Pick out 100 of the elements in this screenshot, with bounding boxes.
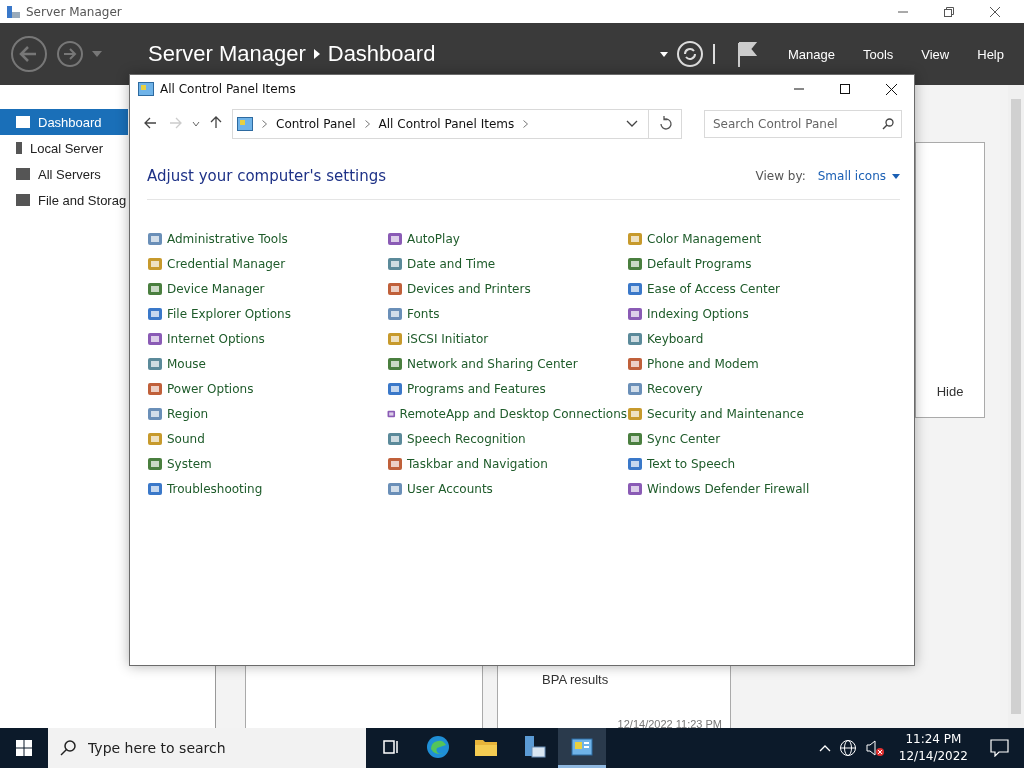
control-panel-icon (147, 430, 163, 447)
control-panel-link[interactable]: System (167, 456, 212, 471)
browser-icon[interactable] (426, 734, 450, 759)
sidebar-item[interactable]: File and Storag (0, 187, 128, 213)
control-panel-link[interactable]: Speech Recognition (407, 431, 526, 446)
path-segment[interactable]: Control Panel (272, 117, 360, 131)
control-panel-link[interactable]: Keyboard (647, 331, 704, 346)
control-panel-icon (627, 430, 643, 447)
control-panel-link[interactable]: Troubleshooting (167, 481, 263, 496)
control-panel-link[interactable]: Phone and Modem (647, 356, 759, 371)
control-panel-link[interactable]: Indexing Options (647, 306, 749, 321)
window-title: All Control Panel Items (160, 82, 296, 96)
control-panel-link[interactable]: Text to Speech (647, 456, 736, 471)
control-panel-link[interactable]: Sound (167, 431, 205, 446)
control-panel-link[interactable]: Mouse (167, 356, 206, 371)
sidebar-icon (15, 167, 31, 181)
control-panel-link[interactable]: Credential Manager (167, 256, 286, 271)
chevron-icon[interactable] (818, 744, 831, 752)
grid-icon (16, 740, 32, 756)
breadcrumb-text: Dashboard (327, 41, 436, 67)
forward-icon[interactable] (56, 40, 84, 68)
taskbar-search-field[interactable]: Type here to search (48, 728, 366, 768)
control-panel-icon (627, 405, 643, 422)
control-panel-icon (147, 330, 163, 347)
sidebar-icon (15, 115, 31, 129)
refresh-icon[interactable] (675, 40, 704, 68)
sidebar-item[interactable]: Local Server (0, 135, 128, 161)
search-icon (60, 740, 76, 756)
dropdown-icon[interactable] (626, 120, 638, 128)
path-segment[interactable]: All Control Panel Items (374, 117, 519, 131)
menu-item[interactable]: View (911, 46, 960, 62)
taskbar-app[interactable] (558, 728, 606, 768)
window-title: Server Manager (26, 4, 122, 19)
control-panel-link[interactable]: Recovery (647, 381, 703, 396)
caret-icon (892, 173, 900, 179)
control-panel-icon (138, 82, 154, 96)
control-panel-icon (387, 455, 403, 472)
close-icon (885, 83, 897, 95)
speaker-muted-icon[interactable] (864, 739, 885, 757)
control-panel-icon (627, 380, 643, 397)
control-panel-link[interactable]: Region (167, 406, 209, 421)
control-panel-link[interactable]: Security and Maintenance (647, 406, 804, 421)
control-panel-link[interactable]: AutoPlay (407, 231, 460, 246)
chevron-icon (523, 120, 529, 128)
search-field[interactable]: Search Control Panel (704, 110, 902, 138)
breadcrumb-text: Server Manager (148, 41, 306, 67)
sidebar-icon (15, 193, 31, 207)
control-panel-icon (147, 255, 163, 272)
control-panel-link[interactable]: Taskbar and Navigation (407, 456, 548, 471)
hide-link[interactable]: Hide (936, 384, 964, 399)
sidebar-item[interactable]: Dashboard (0, 109, 128, 135)
globe-icon[interactable] (838, 739, 857, 757)
search-icon[interactable] (882, 118, 894, 130)
control-panel-link[interactable]: Devices and Printers (407, 281, 531, 296)
control-panel-icon (627, 305, 643, 322)
control-panel-link[interactable]: Fonts (407, 306, 440, 321)
control-panel-icon (627, 280, 643, 297)
control-panel-icon (147, 355, 163, 372)
control-panel-link[interactable]: Color Management (647, 231, 762, 246)
control-panel-link[interactable]: Power Options (167, 381, 254, 396)
timestamp: 12/14/2022 11:23 PM (617, 718, 722, 730)
sidebar-item[interactable]: All Servers (0, 161, 128, 187)
control-panel-icon (627, 455, 643, 472)
control-panel-link[interactable]: Date and Time (407, 256, 496, 271)
control-panel-icon[interactable] (571, 737, 593, 756)
control-panel-icon (387, 230, 403, 247)
control-panel-link[interactable]: User Accounts (407, 481, 493, 496)
address-bar[interactable]: Control Panel All Control Panel Items (232, 109, 682, 139)
dropdown-icon[interactable] (659, 51, 668, 57)
menu-item[interactable]: Manage (777, 46, 845, 62)
control-panel-link[interactable]: Sync Center (647, 431, 721, 446)
control-panel-link[interactable]: Internet Options (167, 331, 265, 346)
control-panel-icon (387, 255, 403, 272)
control-panel-link[interactable]: Default Programs (647, 256, 752, 271)
maximize-icon (840, 84, 850, 94)
control-panel-icon (147, 455, 163, 472)
control-panel-icon (147, 480, 163, 497)
menu-item[interactable]: Tools (852, 46, 904, 62)
control-panel-icon (627, 330, 643, 347)
control-panel-link[interactable]: File Explorer Options (167, 306, 291, 321)
control-panel-link[interactable]: Device Manager (167, 281, 265, 296)
control-panel-link[interactable]: Programs and Features (407, 381, 546, 396)
task-view-icon[interactable] (381, 738, 399, 755)
control-panel-icon (387, 480, 403, 497)
control-panel-link[interactable]: RemoteApp and Desktop Connections (399, 406, 627, 421)
flag-icon[interactable] (735, 41, 758, 67)
menu-item[interactable]: Help (967, 46, 1014, 62)
tile-label: BPA results (542, 672, 610, 687)
control-panel-link[interactable]: Network and Sharing Center (407, 356, 578, 371)
control-panel-icon (627, 480, 643, 497)
page-heading: Adjust your computer's settings (147, 167, 387, 185)
control-panel-link[interactable]: Ease of Access Center (647, 281, 781, 296)
view-by-dropdown[interactable]: Small icons (817, 169, 900, 183)
control-panel-link[interactable]: Administrative Tools (167, 231, 288, 246)
control-panel-icon (627, 355, 643, 372)
control-panel-link[interactable]: iSCSI Initiator (407, 331, 489, 346)
control-panel-link[interactable]: Windows Defender Firewall (647, 481, 810, 496)
server-icon[interactable] (522, 734, 546, 759)
chevron-icon (364, 120, 370, 128)
clock[interactable]: 11:24 PM 12/14/2022 (892, 731, 974, 765)
